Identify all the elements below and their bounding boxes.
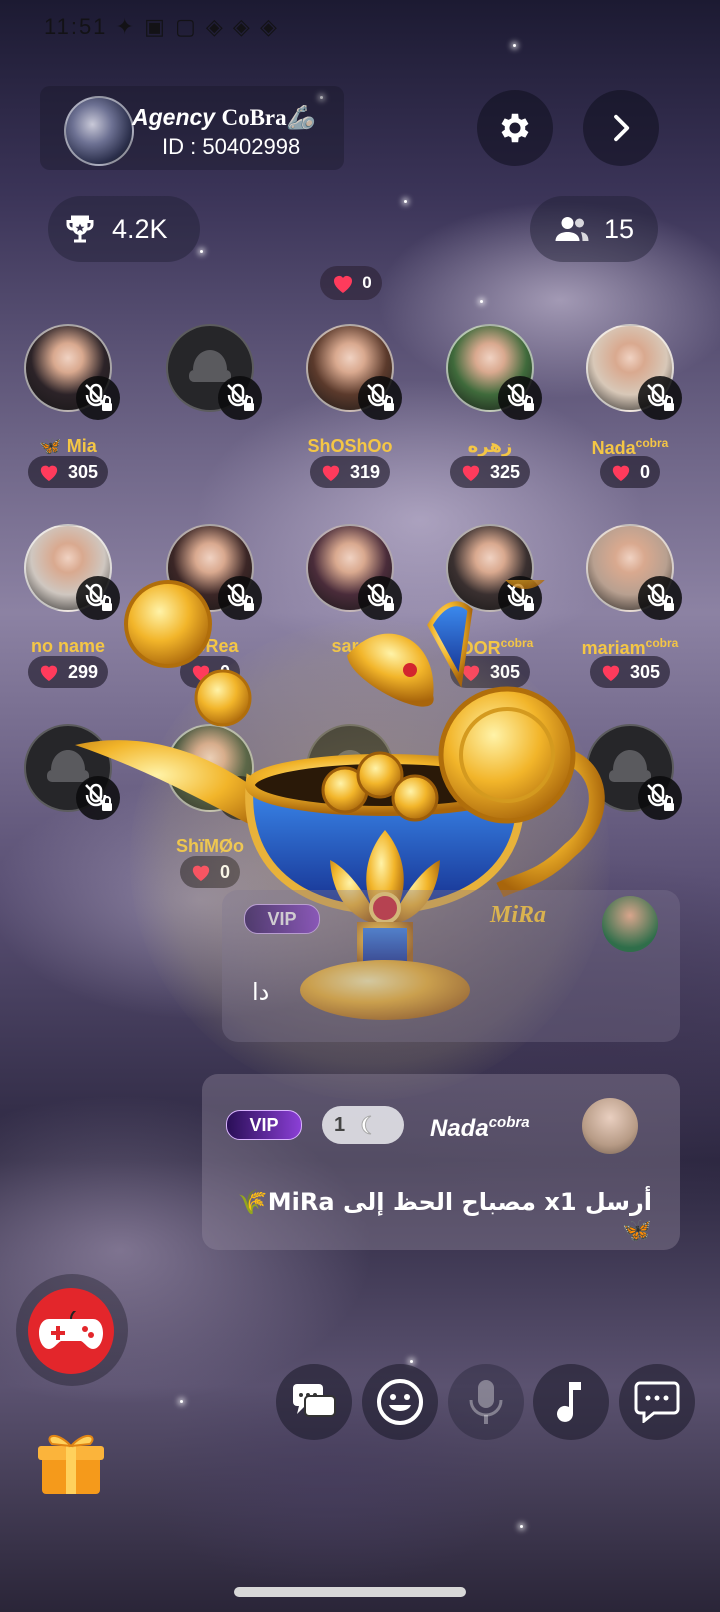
mic-muted-icon xyxy=(498,376,542,420)
members-stat[interactable]: 15 xyxy=(530,196,658,262)
chat-sender-name: Nadacobra xyxy=(430,1114,530,1143)
chat-bubble-icon xyxy=(634,1381,680,1423)
gear-icon xyxy=(501,113,529,143)
mic-muted-icon xyxy=(76,376,120,420)
heart-icon xyxy=(334,276,353,293)
users-icon xyxy=(555,217,589,241)
seat-hearts-value: 319 xyxy=(349,461,381,482)
mic-muted-icon xyxy=(638,776,682,820)
messages-icon xyxy=(293,1384,336,1417)
seat-4[interactable] xyxy=(446,324,542,420)
seat-3[interactable] xyxy=(306,324,402,420)
music-button[interactable] xyxy=(533,1364,609,1440)
seat-hearts: 319 xyxy=(309,456,391,488)
heart-icon xyxy=(322,465,340,482)
level-value: 1 xyxy=(334,1113,346,1136)
status-bar: 11:51 ✦ ▣ ▢ ◈ ◈ ◈ xyxy=(44,14,279,39)
seat-hearts: 0 xyxy=(599,456,661,488)
vip-badge: VIP xyxy=(226,1110,302,1140)
game-button[interactable] xyxy=(28,1288,114,1374)
seat-1[interactable] xyxy=(24,324,120,420)
mic-icon xyxy=(469,1380,503,1424)
chat-sender-sup: cobra xyxy=(488,1114,530,1131)
next-button[interactable] xyxy=(583,90,659,166)
room-hearts: 0 xyxy=(320,266,382,300)
home-indicator[interactable] xyxy=(234,1587,466,1597)
heart-icon xyxy=(462,465,480,482)
emoji-button[interactable] xyxy=(362,1364,438,1440)
messages-button[interactable] xyxy=(276,1364,352,1440)
chat-sender-text: Nada xyxy=(430,1115,489,1142)
seat-name: 🦋 Mia xyxy=(39,436,97,456)
room-name: Agency CoBra🦾 xyxy=(132,104,315,131)
music-note-icon xyxy=(557,1382,581,1422)
members-count: 15 xyxy=(603,213,635,244)
seat-hearts-value: 0 xyxy=(639,461,651,482)
seat-hearts-value: 325 xyxy=(489,461,521,482)
emoji-icon xyxy=(377,1379,423,1425)
room-id: ID : 50402998 xyxy=(162,134,301,159)
mic-muted-icon xyxy=(358,376,402,420)
room-avatar[interactable] xyxy=(64,96,134,166)
room-name-brand: CoBra xyxy=(221,105,287,130)
chat-sender-name: MiRa xyxy=(490,902,547,928)
trophy-stat[interactable]: 4.2K xyxy=(48,196,200,262)
chat-message-text: أرسل x1 مصباح الحظ إلى MiRa🌾🦋 xyxy=(237,1188,652,1244)
heart-icon xyxy=(40,465,58,482)
seat-hearts: 305 xyxy=(27,456,109,488)
mic-muted-icon xyxy=(638,576,682,620)
mic-button[interactable] xyxy=(448,1364,524,1440)
moon-icon xyxy=(361,1115,372,1135)
trophy-icon xyxy=(66,215,94,243)
heart-icon xyxy=(40,665,58,682)
seat-name: زهره xyxy=(467,436,513,456)
chat-message-2[interactable]: VIP 1 Nadacobra أرسل x1 مصباح الحظ إلى M… xyxy=(202,1074,680,1250)
settings-button[interactable] xyxy=(477,90,553,166)
level-badge: 1 xyxy=(322,1106,404,1144)
heart-icon xyxy=(612,465,630,482)
vip-badge: VIP xyxy=(244,904,320,934)
seat-2[interactable] xyxy=(166,324,262,420)
gift-icon xyxy=(38,1435,104,1494)
seat-hearts: 325 xyxy=(449,456,531,488)
chevron-right-icon xyxy=(614,114,630,142)
mic-muted-icon xyxy=(218,376,262,420)
room-name-text: Agency xyxy=(132,104,216,130)
game-controller-icon xyxy=(39,1311,103,1349)
seat-hearts-value: 305 xyxy=(67,461,99,482)
trophy-value: 4.2K xyxy=(112,213,168,244)
chat-button[interactable] xyxy=(619,1364,695,1440)
gift-button[interactable] xyxy=(36,1430,106,1501)
chat-message-1[interactable]: VIP MiRa دا xyxy=(222,890,680,1042)
room-name-suffix: 🦾 xyxy=(286,104,316,130)
mic-muted-icon xyxy=(638,376,682,420)
chat-sender-avatar[interactable] xyxy=(582,1098,638,1154)
chat-sender-avatar[interactable] xyxy=(602,896,658,952)
room-hearts-value: 0 xyxy=(362,273,372,292)
seat-5[interactable] xyxy=(586,324,682,420)
seat-name: ShOShOo xyxy=(307,436,393,456)
chat-message-text: دا xyxy=(252,979,270,1006)
